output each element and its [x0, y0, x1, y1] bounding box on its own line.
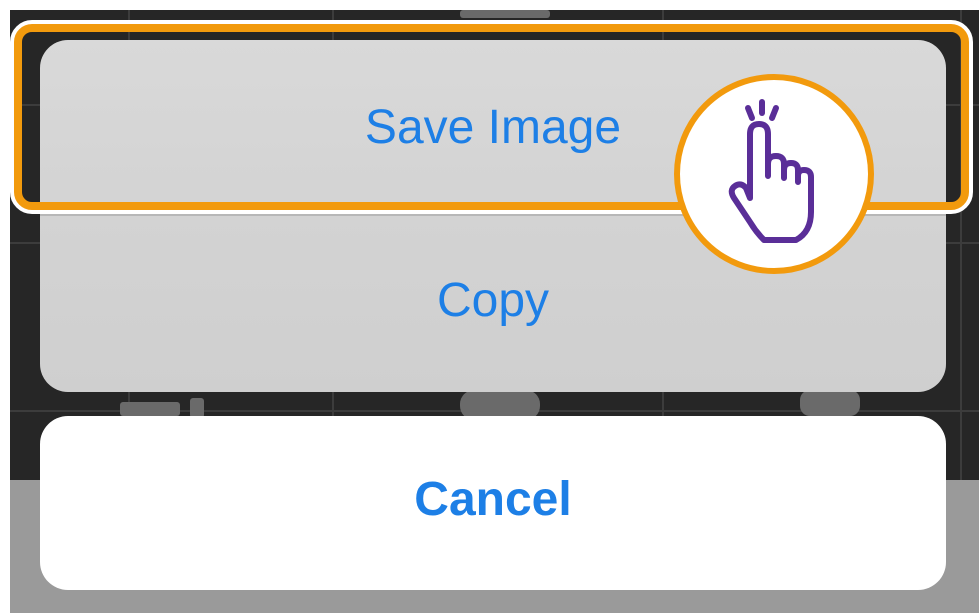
copy-label: Copy [436, 273, 550, 327]
screen: Save Image Copy Cancel [0, 0, 979, 613]
background-icon [190, 398, 204, 418]
tap-indicator [674, 74, 874, 274]
background-icon [120, 402, 180, 416]
background-icon [800, 390, 860, 416]
pointing-hand-tap-icon [728, 99, 814, 243]
cancel-label: Cancel [414, 472, 572, 526]
background-icon [460, 10, 550, 18]
cancel-button[interactable]: Cancel [40, 416, 946, 590]
